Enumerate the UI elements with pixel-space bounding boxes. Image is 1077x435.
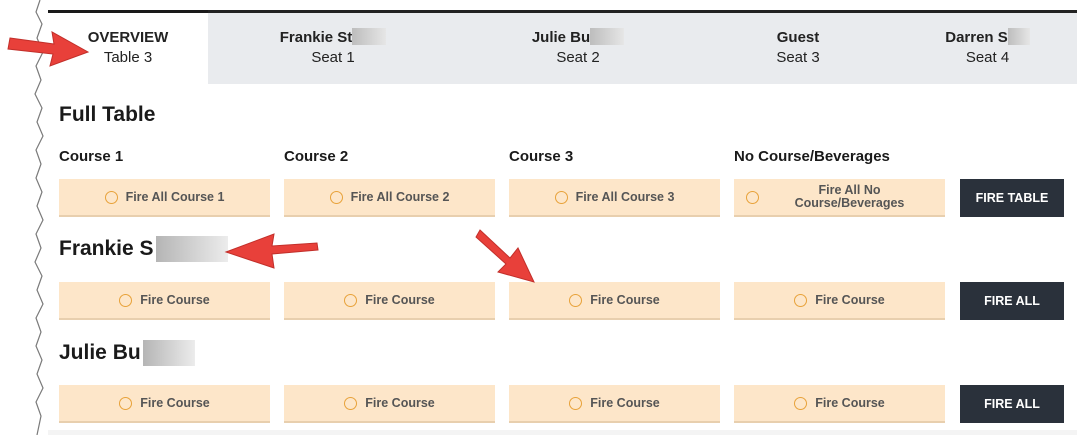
radio-circle-icon [344,293,358,307]
button-label: Fire Course [815,396,885,410]
seat-2-title: Julie Bu [59,340,195,366]
button-label: Fire Course [140,293,210,307]
seat-1-fire-all-button[interactable]: FIRE ALL [960,282,1064,320]
fire-all-no-course-button[interactable]: Fire All No Course/Beverages [734,179,945,217]
annotation-arrow-icon [475,229,535,283]
full-table-title: Full Table [59,103,156,126]
radio-circle-icon [554,190,568,204]
seat-2-fire-course-3-button[interactable]: Fire Course [509,385,720,423]
fire-all-course-1-button[interactable]: Fire All Course 1 [59,179,270,217]
seat-2-fire-course-1-button[interactable]: Fire Course [59,385,270,423]
redaction [155,236,228,262]
seat-1-fire-course-4-button[interactable]: Fire Course [734,282,945,320]
button-label: Fire Course [365,293,435,307]
no-course-header: No Course/Beverages [734,148,890,165]
radio-circle-icon [569,396,583,410]
radio-circle-icon [569,293,583,307]
tab-seat-2[interactable]: Julie Bu Seat 2 [458,13,698,84]
seat-1-fire-course-2-button[interactable]: Fire Course [284,282,495,320]
redaction [590,28,625,45]
radio-circle-icon [344,396,358,410]
seat-1-fire-course-1-button[interactable]: Fire Course [59,282,270,320]
course-2-header: Course 2 [284,148,349,165]
annotation-arrow-icon [7,31,90,67]
tab-sub: Seat 3 [776,49,820,66]
radio-circle-icon [746,191,759,204]
tab-seat-3[interactable]: Guest Seat 3 [698,13,898,84]
fire-table-button[interactable]: FIRE TABLE [960,179,1064,217]
tab-sub: Seat 4 [965,49,1010,66]
seat-2-fire-course-2-button[interactable]: Fire Course [284,385,495,423]
radio-circle-icon [119,396,133,410]
redaction [1007,28,1030,45]
seat-tab-bar: OVERVIEW Table 3 Frankie St Seat 1 Julie… [48,10,1077,84]
button-label: Fire Course [590,396,660,410]
seat-name: Julie Bu [59,341,141,364]
annotation-arrow-icon [224,233,319,269]
seat-1-title: Frankie S [59,236,228,262]
radio-circle-icon [794,396,808,410]
radio-circle-icon [104,190,118,204]
radio-circle-icon [119,293,133,307]
course-3-header: Course 3 [509,148,574,165]
tab-seat-1[interactable]: Frankie St Seat 1 [208,13,458,84]
tab-name: Darren S [945,29,1008,46]
button-label: Fire Course [815,293,885,307]
tab-name: Guest [776,29,820,46]
button-label: Fire Course [365,396,435,410]
tab-sub: Seat 1 [311,49,355,66]
seat-2-fire-course-4-button[interactable]: Fire Course [734,385,945,423]
fire-all-course-2-button[interactable]: Fire All Course 2 [284,179,495,217]
radio-circle-icon [329,190,343,204]
button-label: Fire All Course 3 [575,190,675,204]
button-label: Fire All Course 1 [125,190,225,204]
tab-sub: Seat 2 [556,49,600,66]
redaction [352,28,387,45]
tab-name: Julie Bu [531,29,591,46]
tab-seat-4[interactable]: Darren S Seat 4 [898,13,1077,84]
tab-name: Frankie St [279,29,353,46]
button-label: Fire All Course 2 [350,190,450,204]
cutoff-row [48,430,1077,435]
redaction [142,340,195,366]
course-1-header: Course 1 [59,148,124,165]
radio-circle-icon [794,293,808,307]
fire-all-course-3-button[interactable]: Fire All Course 3 [509,179,720,217]
seat-name: Frankie S [59,237,154,260]
button-label: Fire Course [140,396,210,410]
seat-1-fire-course-3-button[interactable]: Fire Course [509,282,720,320]
button-label: Fire Course [590,293,660,307]
button-label: Fire All No Course/Beverages [794,183,905,210]
seat-2-fire-all-button[interactable]: FIRE ALL [960,385,1064,423]
